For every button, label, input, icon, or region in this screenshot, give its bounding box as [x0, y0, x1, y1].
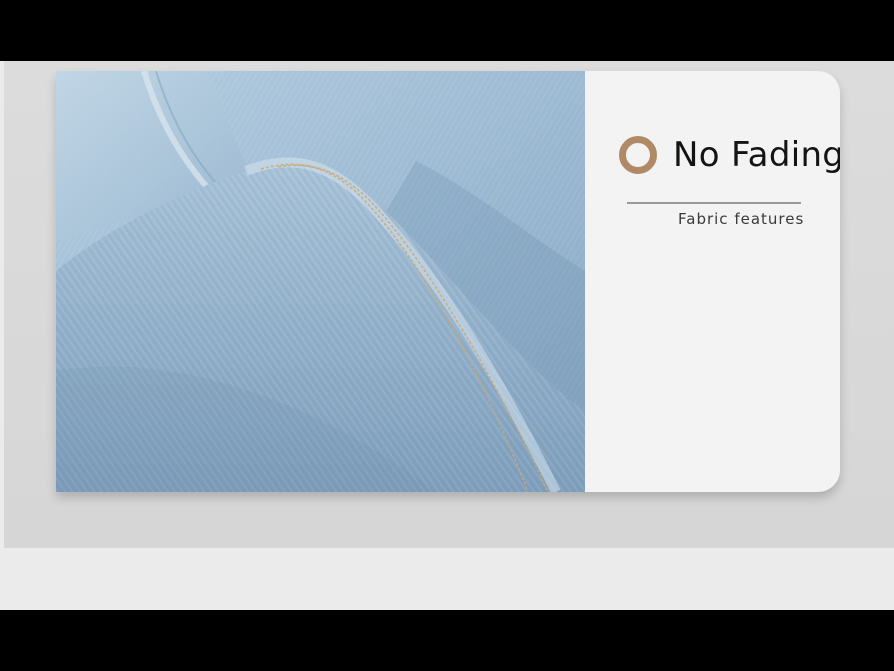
feature-card: No Fading Fabric features	[56, 71, 840, 492]
letterbox-top	[0, 0, 894, 61]
divider	[627, 202, 801, 204]
feature-subtitle: Fabric features	[678, 210, 805, 228]
ring-icon	[619, 136, 657, 174]
letterbox-bottom	[0, 610, 894, 671]
feature-title-row: No Fading	[619, 133, 840, 177]
feature-title: No Fading	[673, 135, 840, 175]
backdrop-panel: No Fading Fabric features	[4, 61, 894, 548]
video-frame: No Fading Fabric features	[0, 0, 894, 671]
denim-fabric-photo	[56, 71, 585, 492]
feature-info: No Fading Fabric features	[585, 71, 840, 492]
content-area: No Fading Fabric features	[0, 61, 894, 610]
